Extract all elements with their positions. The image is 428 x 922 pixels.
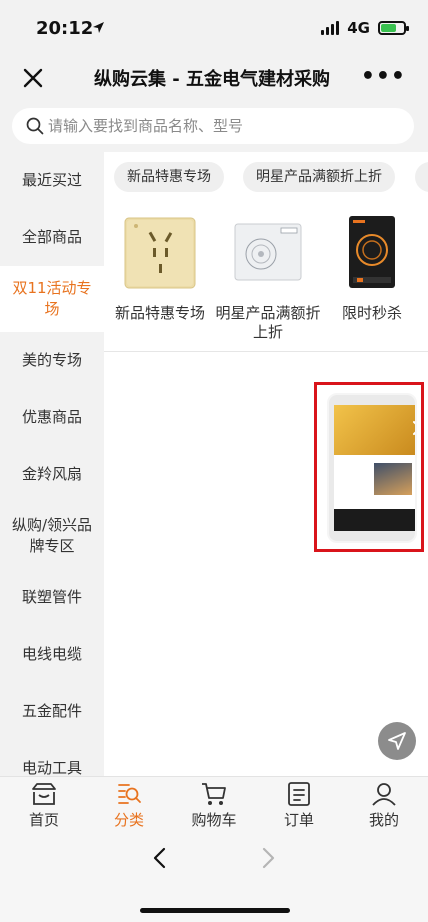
browser-navigation-bar <box>0 830 428 922</box>
promo-thumbnail[interactable] <box>327 393 417 543</box>
product-card[interactable]: 新品特惠专场 <box>106 214 214 323</box>
promo-banner-image <box>334 405 415 455</box>
tab-label: 首页 <box>28 811 59 829</box>
product-card[interactable]: 限时秒杀 <box>318 214 426 323</box>
sidebar-item-label: 纵购/领兴品牌专区 <box>11 516 93 555</box>
status-indicators: 4G <box>321 19 409 37</box>
back-arrow-icon[interactable] <box>150 846 170 870</box>
more-options-button[interactable]: ••• <box>361 64 406 89</box>
tab-cart[interactable]: 购物车 <box>171 781 257 830</box>
content-divider <box>104 351 428 352</box>
tab-label: 购物车 <box>191 811 237 829</box>
close-icon[interactable] <box>411 419 417 437</box>
sidebar-item-hardware[interactable]: 五金配件 <box>0 683 104 740</box>
sidebar-item-all-products[interactable]: 全部商品 <box>0 209 104 266</box>
status-bar: 20:12 4G <box>0 0 428 56</box>
tab-orders[interactable]: 订单 <box>256 781 342 830</box>
product-card[interactable]: 明星产品满额折上折 <box>214 214 322 342</box>
promo-content-image <box>334 455 415 509</box>
sidebar-item-label: 最近买过 <box>21 171 82 189</box>
sidebar-item-fans[interactable]: 金羚风扇 <box>0 446 104 503</box>
chip-star-products[interactable]: 明星产品满额折上折 <box>243 162 395 192</box>
page-title: 纵购云集 - 五金电气建材采购 <box>94 69 331 90</box>
bottom-tab-bar: 首页 分类 购物车 订单 我的 <box>0 776 428 830</box>
status-time: 20:12 <box>36 18 94 39</box>
close-icon[interactable] <box>20 65 46 91</box>
tab-home[interactable]: 首页 <box>1 781 87 830</box>
chip-more[interactable] <box>415 162 428 192</box>
signal-icon <box>321 21 340 35</box>
sidebar-item-label: 全部商品 <box>21 228 82 246</box>
sidebar-item-double11[interactable]: 双11活动专场 <box>0 266 104 332</box>
sidebar-item-pipe-fittings[interactable]: 联塑管件 <box>0 569 104 626</box>
tab-label: 订单 <box>283 811 314 829</box>
product-grid: 新品特惠专场 明星产品满额折上折 限时秒杀 <box>104 214 428 354</box>
subcategory-chips: 新品特惠专场 明星产品满额折上折 <box>104 162 428 192</box>
tab-label: 我的 <box>368 811 399 829</box>
sidebar-item-label: 金羚风扇 <box>21 465 82 483</box>
search-icon <box>26 117 44 135</box>
sidebar-item-midea[interactable]: 美的专场 <box>0 332 104 389</box>
product-name: 新品特惠专场 <box>114 304 205 322</box>
sidebar-item-cables[interactable]: 电线电缆 <box>0 626 104 683</box>
promo-footer-image <box>334 509 415 531</box>
induction-cooker-icon <box>335 214 409 290</box>
sidebar-item-discounts[interactable]: 优惠商品 <box>0 389 104 446</box>
tab-label: 分类 <box>113 811 144 829</box>
location-arrow-icon <box>93 22 104 33</box>
sidebar-item-label: 美的专场 <box>21 351 82 369</box>
network-type: 4G <box>347 19 370 37</box>
sidebar-item-power-tools[interactable]: 电动工具 <box>0 740 104 776</box>
forward-arrow-icon[interactable] <box>258 846 278 870</box>
sidebar-item-label: 联塑管件 <box>21 588 82 606</box>
sidebar-item-label: 电动工具 <box>21 759 82 776</box>
paper-plane-icon <box>388 732 406 750</box>
category-search-icon <box>118 784 141 804</box>
tab-category[interactable]: 分类 <box>86 781 172 830</box>
wall-socket-icon <box>123 214 197 290</box>
category-sidebar: 最近买过 全部商品 双11活动专场 美的专场 优惠商品 金羚风扇 纵购/领兴品牌… <box>0 152 104 776</box>
battery-icon <box>378 21 409 35</box>
search-input[interactable] <box>48 108 408 144</box>
sidebar-item-recent[interactable]: 最近买过 <box>0 152 104 209</box>
cart-icon <box>202 783 226 805</box>
sidebar-item-label: 电线电缆 <box>21 645 82 663</box>
sidebar-item-label: 优惠商品 <box>21 408 82 426</box>
order-icon <box>288 782 310 806</box>
floating-promo-widget[interactable] <box>314 382 424 552</box>
home-icon <box>32 783 56 805</box>
sidebar-item-label: 五金配件 <box>21 702 82 720</box>
product-name: 明星产品满额折上折 <box>215 304 321 341</box>
profile-icon <box>372 783 396 806</box>
tab-profile[interactable]: 我的 <box>341 781 427 830</box>
nav-bar: 纵购云集 - 五金电气建材采购 ••• <box>0 56 428 102</box>
sidebar-item-label: 双11活动专场 <box>12 279 92 318</box>
product-name: 限时秒杀 <box>341 304 402 322</box>
share-button[interactable] <box>378 722 416 760</box>
heater-panel-icon <box>231 214 305 290</box>
chip-new-deals[interactable]: 新品特惠专场 <box>114 162 224 192</box>
search-box[interactable] <box>12 108 414 144</box>
battery-level <box>381 24 396 32</box>
promo-photo <box>374 463 412 495</box>
sidebar-item-brand-zone[interactable]: 纵购/领兴品牌专区 <box>0 503 104 569</box>
search-bar <box>0 102 428 152</box>
home-indicator[interactable] <box>140 908 290 913</box>
